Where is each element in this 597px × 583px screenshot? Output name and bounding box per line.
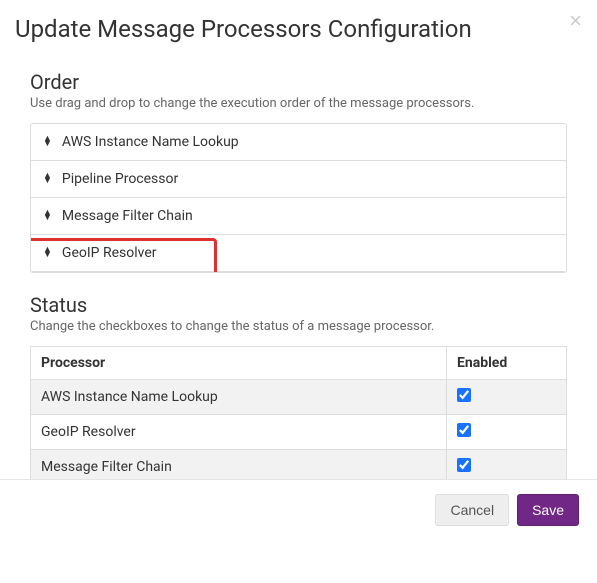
col-header-enabled: Enabled [447, 347, 567, 380]
sort-icon: ▲▼ [43, 174, 52, 184]
enabled-cell [447, 380, 567, 415]
status-section-description: Change the checkboxes to change the stat… [30, 319, 567, 334]
close-icon[interactable]: × [569, 10, 582, 32]
order-list: ▲▼ AWS Instance Name Lookup ▲▼ Pipeline … [30, 123, 567, 273]
processor-name-cell: GeoIP Resolver [31, 415, 447, 450]
enabled-checkbox[interactable] [457, 423, 471, 437]
col-header-processor: Processor [31, 347, 447, 380]
order-item[interactable]: ▲▼ Message Filter Chain [31, 198, 566, 235]
enabled-cell [447, 415, 567, 450]
modal-footer: Cancel Save [0, 479, 597, 540]
order-item-label: AWS Instance Name Lookup [62, 134, 239, 150]
order-item[interactable]: ▲▼ Pipeline Processor [31, 161, 566, 198]
order-item-label: Message Filter Chain [62, 208, 193, 224]
table-row: AWS Instance Name Lookup [31, 380, 567, 415]
modal-header: Update Message Processors Configuration … [0, 0, 597, 53]
table-row: GeoIP Resolver [31, 415, 567, 450]
sort-icon: ▲▼ [43, 211, 52, 221]
processor-name-cell: AWS Instance Name Lookup [31, 380, 447, 415]
enabled-checkbox[interactable] [457, 388, 471, 402]
status-section-title: Status [30, 293, 567, 317]
order-section-description: Use drag and drop to change the executio… [30, 96, 567, 111]
order-section-title: Order [30, 70, 567, 94]
order-item-label: GeoIP Resolver [62, 245, 157, 261]
save-button[interactable]: Save [517, 494, 579, 526]
table-header-row: Processor Enabled [31, 347, 567, 380]
order-item[interactable]: ▲▼ GeoIP Resolver [31, 235, 566, 272]
enabled-checkbox[interactable] [457, 458, 471, 472]
order-item[interactable]: ▲▼ AWS Instance Name Lookup [31, 124, 566, 161]
sort-icon: ▲▼ [43, 137, 52, 147]
modal-title: Update Message Processors Configuration [15, 15, 582, 43]
order-item-label: Pipeline Processor [62, 171, 178, 187]
cancel-button[interactable]: Cancel [435, 494, 509, 526]
sort-icon: ▲▼ [43, 248, 52, 258]
modal: Update Message Processors Configuration … [0, 0, 597, 540]
modal-body: Order Use drag and drop to change the ex… [0, 53, 597, 540]
